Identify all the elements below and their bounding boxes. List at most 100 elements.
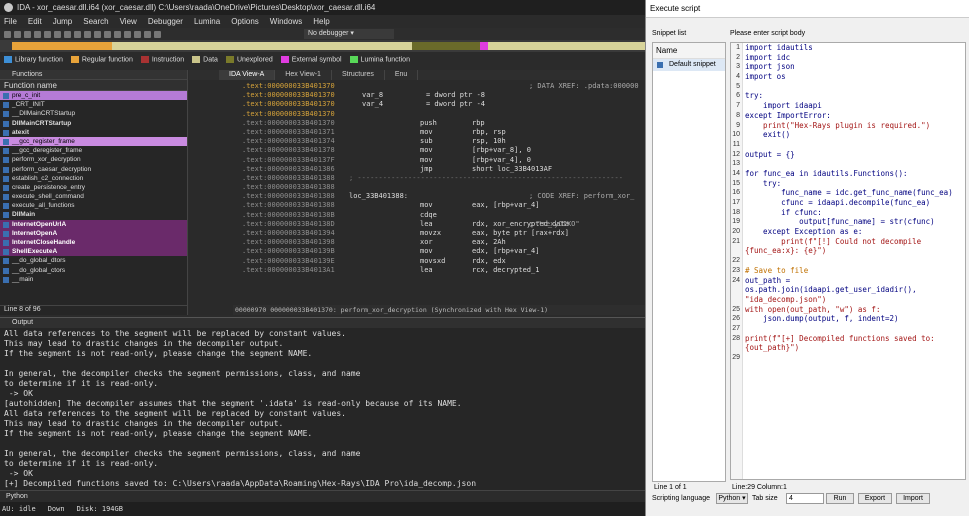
code-line[interactable]: .text:000000033B401371 mov rbp, rsp: [189, 128, 645, 137]
function-item[interactable]: __DllMainCRTStartup: [0, 109, 187, 118]
disassembly[interactable]: .text:000000033B401370 ; DATA XREF: .pdat…: [189, 82, 645, 304]
code-line[interactable]: os.path.join(idaapi.get_user_idadir(),: [745, 285, 965, 295]
code-line[interactable]: with open(out_path, "w") as f:: [745, 305, 965, 315]
code-line[interactable]: .text:000000033B40137F mov [rbp+var_4], 0: [189, 156, 645, 165]
menu-options[interactable]: Options: [231, 17, 259, 26]
code-line[interactable]: import idautils: [745, 43, 965, 53]
code-line[interactable]: except Exception as e:: [745, 227, 965, 237]
code-line[interactable]: .text:000000033B401370: [189, 110, 645, 119]
function-item[interactable]: DllMainCRTStartup: [0, 119, 187, 128]
code-line[interactable]: .text:000000033B401388 mov eax, [rbp+var_4…: [189, 201, 645, 210]
import-button[interactable]: Import: [896, 493, 930, 504]
hex-icon[interactable]: [54, 30, 61, 38]
export-button[interactable]: Export: [858, 493, 892, 504]
function-item[interactable]: InternetOpenUrlA: [0, 219, 187, 229]
graph-icon[interactable]: [134, 30, 141, 38]
function-item[interactable]: pre_c_init: [0, 91, 187, 101]
menu-debugger[interactable]: Debugger: [148, 17, 183, 26]
function-item[interactable]: DllMain: [0, 210, 187, 219]
struct-icon[interactable]: [114, 30, 121, 38]
code-line[interactable]: output = {}: [745, 150, 965, 160]
run-button[interactable]: Run: [826, 493, 854, 504]
code-line[interactable]: import os: [745, 72, 965, 82]
code-line[interactable]: print(f"[+] Decompiled functions saved t…: [745, 334, 965, 344]
code-line[interactable]: [745, 324, 965, 334]
function-item[interactable]: InternetOpenA: [0, 228, 187, 238]
open-icon[interactable]: [4, 30, 11, 38]
function-item[interactable]: atexit: [0, 128, 187, 137]
script-code[interactable]: import idautils import idc import json impo…: [745, 43, 965, 353]
code-line[interactable]: .text:000000033B40139B mov edx, [rbp+var_4…: [189, 247, 645, 256]
code-line[interactable]: .text:000000033B401386 jmp short loc_33B40…: [189, 165, 645, 174]
code-line[interactable]: # Save to file: [745, 266, 965, 276]
code-line[interactable]: out_path =: [745, 276, 965, 286]
code-line[interactable]: .text:000000033B40138D lea rdx, xor_encryp…: [189, 220, 645, 229]
pause-icon[interactable]: [154, 30, 161, 38]
menu-help[interactable]: Help: [313, 17, 329, 26]
code-line[interactable]: .text:000000033B401398 xor eax, 2Ah: [189, 238, 645, 247]
menu-windows[interactable]: Windows: [270, 17, 302, 26]
code-line[interactable]: .text:000000033B401374 sub rsp, 10h: [189, 137, 645, 146]
function-item[interactable]: execute_all_functions: [0, 201, 187, 210]
tab-size-input[interactable]: 4: [786, 493, 824, 504]
code-line[interactable]: [745, 140, 965, 150]
script-editor[interactable]: 1 2 3 4 5 6 7 8 9 10 11 12 13 14 15 16 17 18 19 20 21 22 23 24 2…: [730, 42, 966, 480]
code-line[interactable]: "ida_decomp.json"): [745, 295, 965, 305]
menu-jump[interactable]: Jump: [53, 17, 73, 26]
menu-view[interactable]: View: [120, 17, 137, 26]
python-cli[interactable]: Python: [0, 490, 645, 501]
function-item[interactable]: execute_shell_command: [0, 192, 187, 201]
tab-enu[interactable]: Enu: [385, 70, 419, 80]
function-item[interactable]: perform_caesar_decryption: [0, 165, 187, 174]
code-line[interactable]: .text:000000033B401388: [189, 183, 645, 192]
function-item[interactable]: establish_c2_connection: [0, 174, 187, 183]
tab-ida-view-a[interactable]: IDA View-A: [219, 70, 276, 80]
code-line[interactable]: [745, 159, 965, 169]
output-text[interactable]: All data references to the segment will …: [4, 329, 644, 501]
language-select[interactable]: Python ▾: [716, 493, 748, 504]
function-item[interactable]: perform_xor_decryption: [0, 155, 187, 164]
menu-lumina[interactable]: Lumina: [194, 17, 220, 26]
code-line[interactable]: cfunc = idaapi.decompile(func_ea): [745, 198, 965, 208]
code-line[interactable]: .text:000000033B401388 ; ----------------…: [189, 174, 645, 183]
code-line[interactable]: [745, 82, 965, 92]
function-item[interactable]: InternetCloseHandle: [0, 238, 187, 248]
function-item[interactable]: __gcc_register_frame: [0, 136, 187, 147]
function-item[interactable]: ShellExecuteA: [0, 247, 187, 257]
function-item[interactable]: __do_global_ctors: [0, 266, 187, 275]
code-icon[interactable]: [64, 30, 71, 38]
func-icon[interactable]: [104, 30, 111, 38]
tab-structures[interactable]: Structures: [332, 70, 385, 80]
code-line[interactable]: .text:000000033B401370 push rbp: [189, 119, 645, 128]
code-line[interactable]: .text:000000033B401388 loc_33B401388: ; CO…: [189, 192, 645, 201]
code-line[interactable]: try:: [745, 179, 965, 189]
code-line[interactable]: func_name = idc.get_func_name(func_ea): [745, 188, 965, 198]
code-line[interactable]: .text:000000033B4013A1 lea rcx, decrypted_…: [189, 266, 645, 275]
function-item[interactable]: _CRT_INIT: [0, 100, 187, 109]
snippet-header[interactable]: Name: [653, 43, 725, 59]
code-line[interactable]: import json: [745, 62, 965, 72]
code-line[interactable]: for func_ea in idautils.Functions():: [745, 169, 965, 179]
save-icon[interactable]: [14, 30, 21, 38]
string-icon[interactable]: [84, 30, 91, 38]
code-line[interactable]: print(f"[!] Could not decompile: [745, 237, 965, 247]
code-line[interactable]: .text:000000033B401370 var_8 = dword ptr -…: [189, 91, 645, 100]
enum-icon[interactable]: [124, 30, 131, 38]
code-line[interactable]: {out_path}"): [745, 343, 965, 353]
menu-edit[interactable]: Edit: [28, 17, 42, 26]
snippet-item[interactable]: Default snippet: [653, 59, 725, 71]
code-line[interactable]: .text:000000033B401394 movzx eax, byte ptr…: [189, 229, 645, 238]
code-line[interactable]: .text:000000033B401370 ; DATA XREF: .pdat…: [189, 82, 645, 91]
code-line[interactable]: if cfunc:: [745, 208, 965, 218]
function-item[interactable]: create_persistence_entry: [0, 183, 187, 192]
run-icon[interactable]: [144, 30, 151, 38]
tab-hex-view-1[interactable]: Hex View-1: [275, 70, 332, 80]
code-line[interactable]: .text:000000033B40139E movsxd rdx, edx: [189, 257, 645, 266]
code-line[interactable]: try:: [745, 91, 965, 101]
function-item[interactable]: __do_global_dtors: [0, 256, 187, 265]
function-name-header[interactable]: Function name: [0, 80, 187, 91]
code-line[interactable]: output[func_name] = str(cfunc): [745, 217, 965, 227]
code-line[interactable]: {func_ea:x}: {e}"): [745, 246, 965, 256]
code-line[interactable]: .text:000000033B401370 var_4 = dword ptr -…: [189, 100, 645, 109]
xref-icon[interactable]: [94, 30, 101, 38]
